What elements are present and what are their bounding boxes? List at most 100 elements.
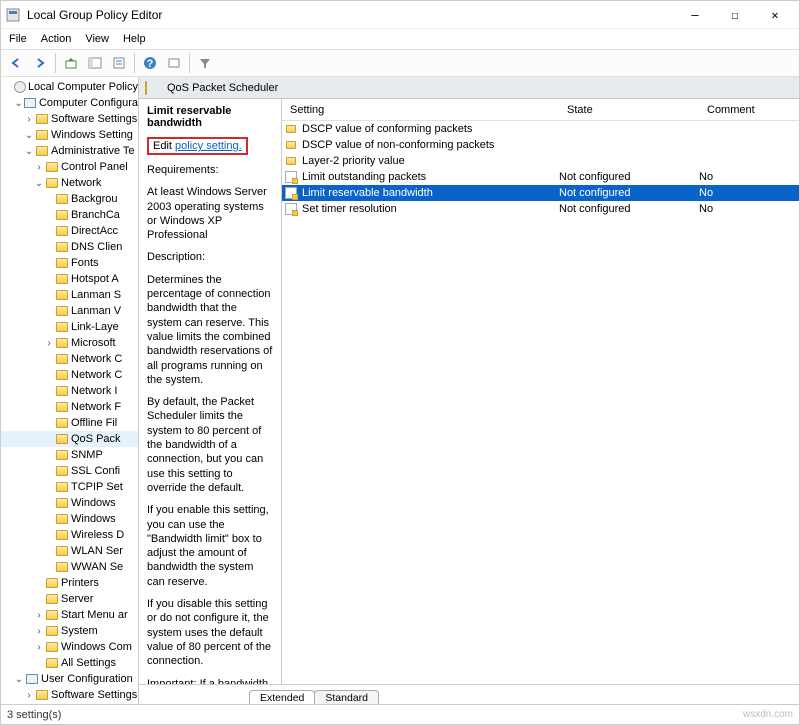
tree-item-label: DirectAcc bbox=[71, 225, 118, 237]
tree-item[interactable]: › Windows Com bbox=[1, 639, 138, 655]
tree-item[interactable]: ⌄Windows Setting bbox=[1, 127, 138, 143]
close-button[interactable]: ✕ bbox=[755, 1, 795, 29]
tree-item[interactable]: Printers bbox=[1, 575, 138, 591]
tree-item[interactable]: SNMP bbox=[1, 447, 138, 463]
col-comment[interactable]: Comment bbox=[699, 104, 799, 116]
tree-item[interactable]: Hotspot A bbox=[1, 271, 138, 287]
tree-item[interactable]: BranchCa bbox=[1, 207, 138, 223]
tree-item[interactable]: QoS Pack bbox=[1, 431, 138, 447]
col-state[interactable]: State bbox=[559, 104, 699, 116]
list-row[interactable]: Limit reservable bandwidthNot configured… bbox=[282, 185, 799, 201]
folder-icon bbox=[45, 593, 59, 605]
menu-help[interactable]: Help bbox=[117, 31, 152, 47]
menu-view[interactable]: View bbox=[79, 31, 115, 47]
tree-item[interactable]: ⌄Network bbox=[1, 175, 138, 191]
tree-item-label: DNS Clien bbox=[71, 241, 122, 253]
tree-item[interactable]: TCPIP Set bbox=[1, 479, 138, 495]
tree-item[interactable]: Network F bbox=[1, 399, 138, 415]
tree-item[interactable]: Link-Laye bbox=[1, 319, 138, 335]
collapse-icon[interactable]: ⌄ bbox=[23, 130, 35, 141]
col-setting[interactable]: Setting bbox=[282, 104, 559, 116]
options-button[interactable] bbox=[163, 52, 185, 74]
tree-item[interactable]: ⌄Computer Configura bbox=[1, 95, 138, 111]
folder-icon bbox=[55, 385, 69, 397]
tree-item-label: Lanman V bbox=[71, 305, 121, 317]
tree-item[interactable]: Local Computer Policy bbox=[1, 79, 138, 95]
tree-item[interactable]: Network I bbox=[1, 383, 138, 399]
tree-item[interactable]: Windows bbox=[1, 511, 138, 527]
collapse-icon[interactable]: ⌄ bbox=[13, 674, 25, 685]
collapse-icon[interactable]: ⌄ bbox=[33, 178, 45, 189]
tree-item-label: Windows Com bbox=[61, 641, 132, 653]
expand-icon[interactable]: › bbox=[33, 610, 45, 621]
expand-icon[interactable]: › bbox=[33, 642, 45, 653]
tree-item[interactable]: Offline Fil bbox=[1, 415, 138, 431]
tree-item[interactable]: DirectAcc bbox=[1, 223, 138, 239]
list-row[interactable]: Limit outstanding packetsNot configuredN… bbox=[282, 169, 799, 185]
tree-item-label: Windows bbox=[71, 497, 116, 509]
tree-item[interactable]: › Software Settings bbox=[1, 111, 138, 127]
maximize-button[interactable]: ☐ bbox=[715, 1, 755, 29]
tree-item[interactable]: SSL Confi bbox=[1, 463, 138, 479]
list-body[interactable]: DSCP value of conforming packetsDSCP val… bbox=[282, 121, 799, 684]
folder-icon bbox=[35, 145, 49, 157]
tree-item[interactable]: Network C bbox=[1, 367, 138, 383]
tab-standard[interactable]: Standard bbox=[314, 690, 379, 704]
folder-icon bbox=[35, 113, 49, 125]
tree-item[interactable]: ›Microsoft bbox=[1, 335, 138, 351]
expand-icon[interactable]: › bbox=[43, 338, 55, 349]
expand-icon[interactable]: › bbox=[23, 114, 35, 125]
settings-list: Setting State Comment DSCP value of conf… bbox=[282, 99, 799, 684]
forward-button[interactable] bbox=[29, 52, 51, 74]
tree-item[interactable]: ›Start Menu ar bbox=[1, 607, 138, 623]
menu-action[interactable]: Action bbox=[35, 31, 78, 47]
tree-pane[interactable]: Local Computer Policy⌄Computer Configura… bbox=[1, 77, 139, 704]
tree-item[interactable]: Fonts bbox=[1, 255, 138, 271]
collapse-icon[interactable]: ⌄ bbox=[23, 146, 35, 157]
cell-setting: Set timer resolution bbox=[300, 203, 559, 215]
expand-icon[interactable]: › bbox=[33, 626, 45, 637]
tree-item[interactable]: Backgrou bbox=[1, 191, 138, 207]
list-row[interactable]: DSCP value of non-conforming packets bbox=[282, 137, 799, 153]
expand-icon[interactable]: › bbox=[33, 162, 45, 173]
folder-icon bbox=[45, 641, 59, 653]
tree-item[interactable]: ⌄User Configuration bbox=[1, 671, 138, 687]
tree-item[interactable]: Network C bbox=[1, 351, 138, 367]
tab-extended[interactable]: Extended bbox=[249, 690, 315, 704]
description-p2: By default, the Packet Scheduler limits … bbox=[147, 395, 273, 495]
tree-item[interactable]: WLAN Ser bbox=[1, 543, 138, 559]
back-button[interactable] bbox=[5, 52, 27, 74]
filter-button[interactable] bbox=[194, 52, 216, 74]
description-p1: Determines the percentage of connection … bbox=[147, 273, 273, 387]
tree-item[interactable]: ›System bbox=[1, 623, 138, 639]
tree-item[interactable]: DNS Clien bbox=[1, 239, 138, 255]
tree-item-label: Network I bbox=[71, 385, 117, 397]
show-hide-tree-button[interactable] bbox=[84, 52, 106, 74]
menu-file[interactable]: File bbox=[3, 31, 33, 47]
tree-item-label: Administrative Te bbox=[51, 145, 135, 157]
list-row[interactable]: DSCP value of conforming packets bbox=[282, 121, 799, 137]
minimize-button[interactable]: — bbox=[675, 1, 715, 29]
list-row[interactable]: Layer-2 priority value bbox=[282, 153, 799, 169]
collapse-icon[interactable]: ⌄ bbox=[13, 98, 24, 109]
tree-item[interactable]: Lanman S bbox=[1, 287, 138, 303]
tree-item[interactable]: All Settings bbox=[1, 655, 138, 671]
help-button[interactable]: ? bbox=[139, 52, 161, 74]
tree-item[interactable]: ›Control Panel bbox=[1, 159, 138, 175]
tree-item-label: Software Settings bbox=[51, 113, 137, 125]
tree-item[interactable]: ⌄ Administrative Te bbox=[1, 143, 138, 159]
tree-item[interactable]: WWAN Se bbox=[1, 559, 138, 575]
tree-item[interactable]: ›Software Settings bbox=[1, 687, 138, 703]
up-button[interactable] bbox=[60, 52, 82, 74]
edit-policy-link[interactable]: Edit policy setting. bbox=[147, 137, 248, 155]
list-row[interactable]: Set timer resolutionNot configuredNo bbox=[282, 201, 799, 217]
tree-item[interactable]: Lanman V bbox=[1, 303, 138, 319]
tree-item[interactable]: Wireless D bbox=[1, 527, 138, 543]
properties-button[interactable] bbox=[108, 52, 130, 74]
expand-icon[interactable]: › bbox=[23, 690, 35, 701]
tree-item[interactable]: Server bbox=[1, 591, 138, 607]
folder-icon bbox=[55, 337, 69, 349]
tree-item[interactable]: Windows bbox=[1, 495, 138, 511]
folder-icon bbox=[45, 657, 59, 669]
folder-icon bbox=[45, 177, 59, 189]
